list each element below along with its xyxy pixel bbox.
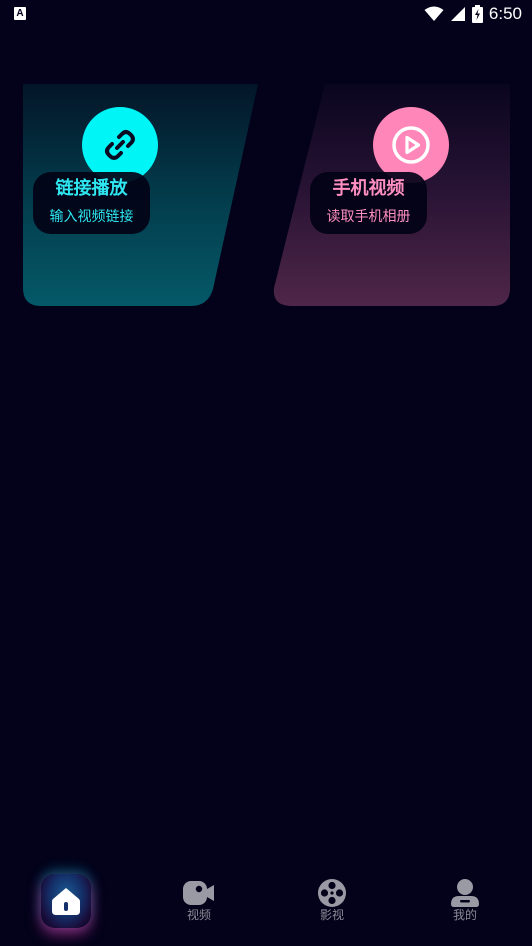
nav-item-mine[interactable]: 我的 (415, 862, 515, 932)
battery-icon (471, 5, 483, 23)
nav-item-video[interactable]: 视频 (149, 862, 249, 932)
home-icon (52, 888, 80, 915)
nav-label-film: 影视 (319, 908, 344, 922)
wifi-icon (424, 6, 444, 21)
link-icon (105, 130, 135, 160)
status-bar: A 6:50 (0, 0, 532, 28)
film-reel-icon (318, 879, 346, 907)
video-camera-icon (183, 881, 214, 905)
notification-icon: A (14, 7, 26, 20)
link-card-title: 链接播放 (55, 178, 128, 199)
link-card-label: 链接播放 输入视频链接 (33, 172, 150, 234)
status-time: 6:50 (488, 4, 522, 23)
phone-video-card[interactable]: 手机视频 读取手机相册 (270, 84, 510, 306)
link-play-card[interactable]: 链接播放 输入视频链接 (23, 84, 263, 306)
signal-icon (450, 7, 465, 21)
nav-item-home[interactable] (16, 862, 116, 932)
nav-label-video: 视频 (186, 908, 211, 922)
phone-card-title: 手机视频 (332, 178, 405, 199)
user-icon (451, 879, 479, 907)
nav-label-mine: 我的 (452, 908, 477, 922)
home-active-glow (41, 874, 91, 928)
bottom-nav: 视频 影视 我的 (0, 862, 532, 946)
nav-item-film[interactable]: 影视 (282, 862, 382, 932)
link-card-subtitle: 输入视频链接 (49, 209, 134, 225)
play-circle-icon (392, 126, 430, 164)
phone-card-subtitle: 读取手机相册 (326, 209, 411, 225)
status-right: 6:50 (424, 3, 522, 25)
phone-card-label: 手机视频 读取手机相册 (310, 172, 427, 234)
